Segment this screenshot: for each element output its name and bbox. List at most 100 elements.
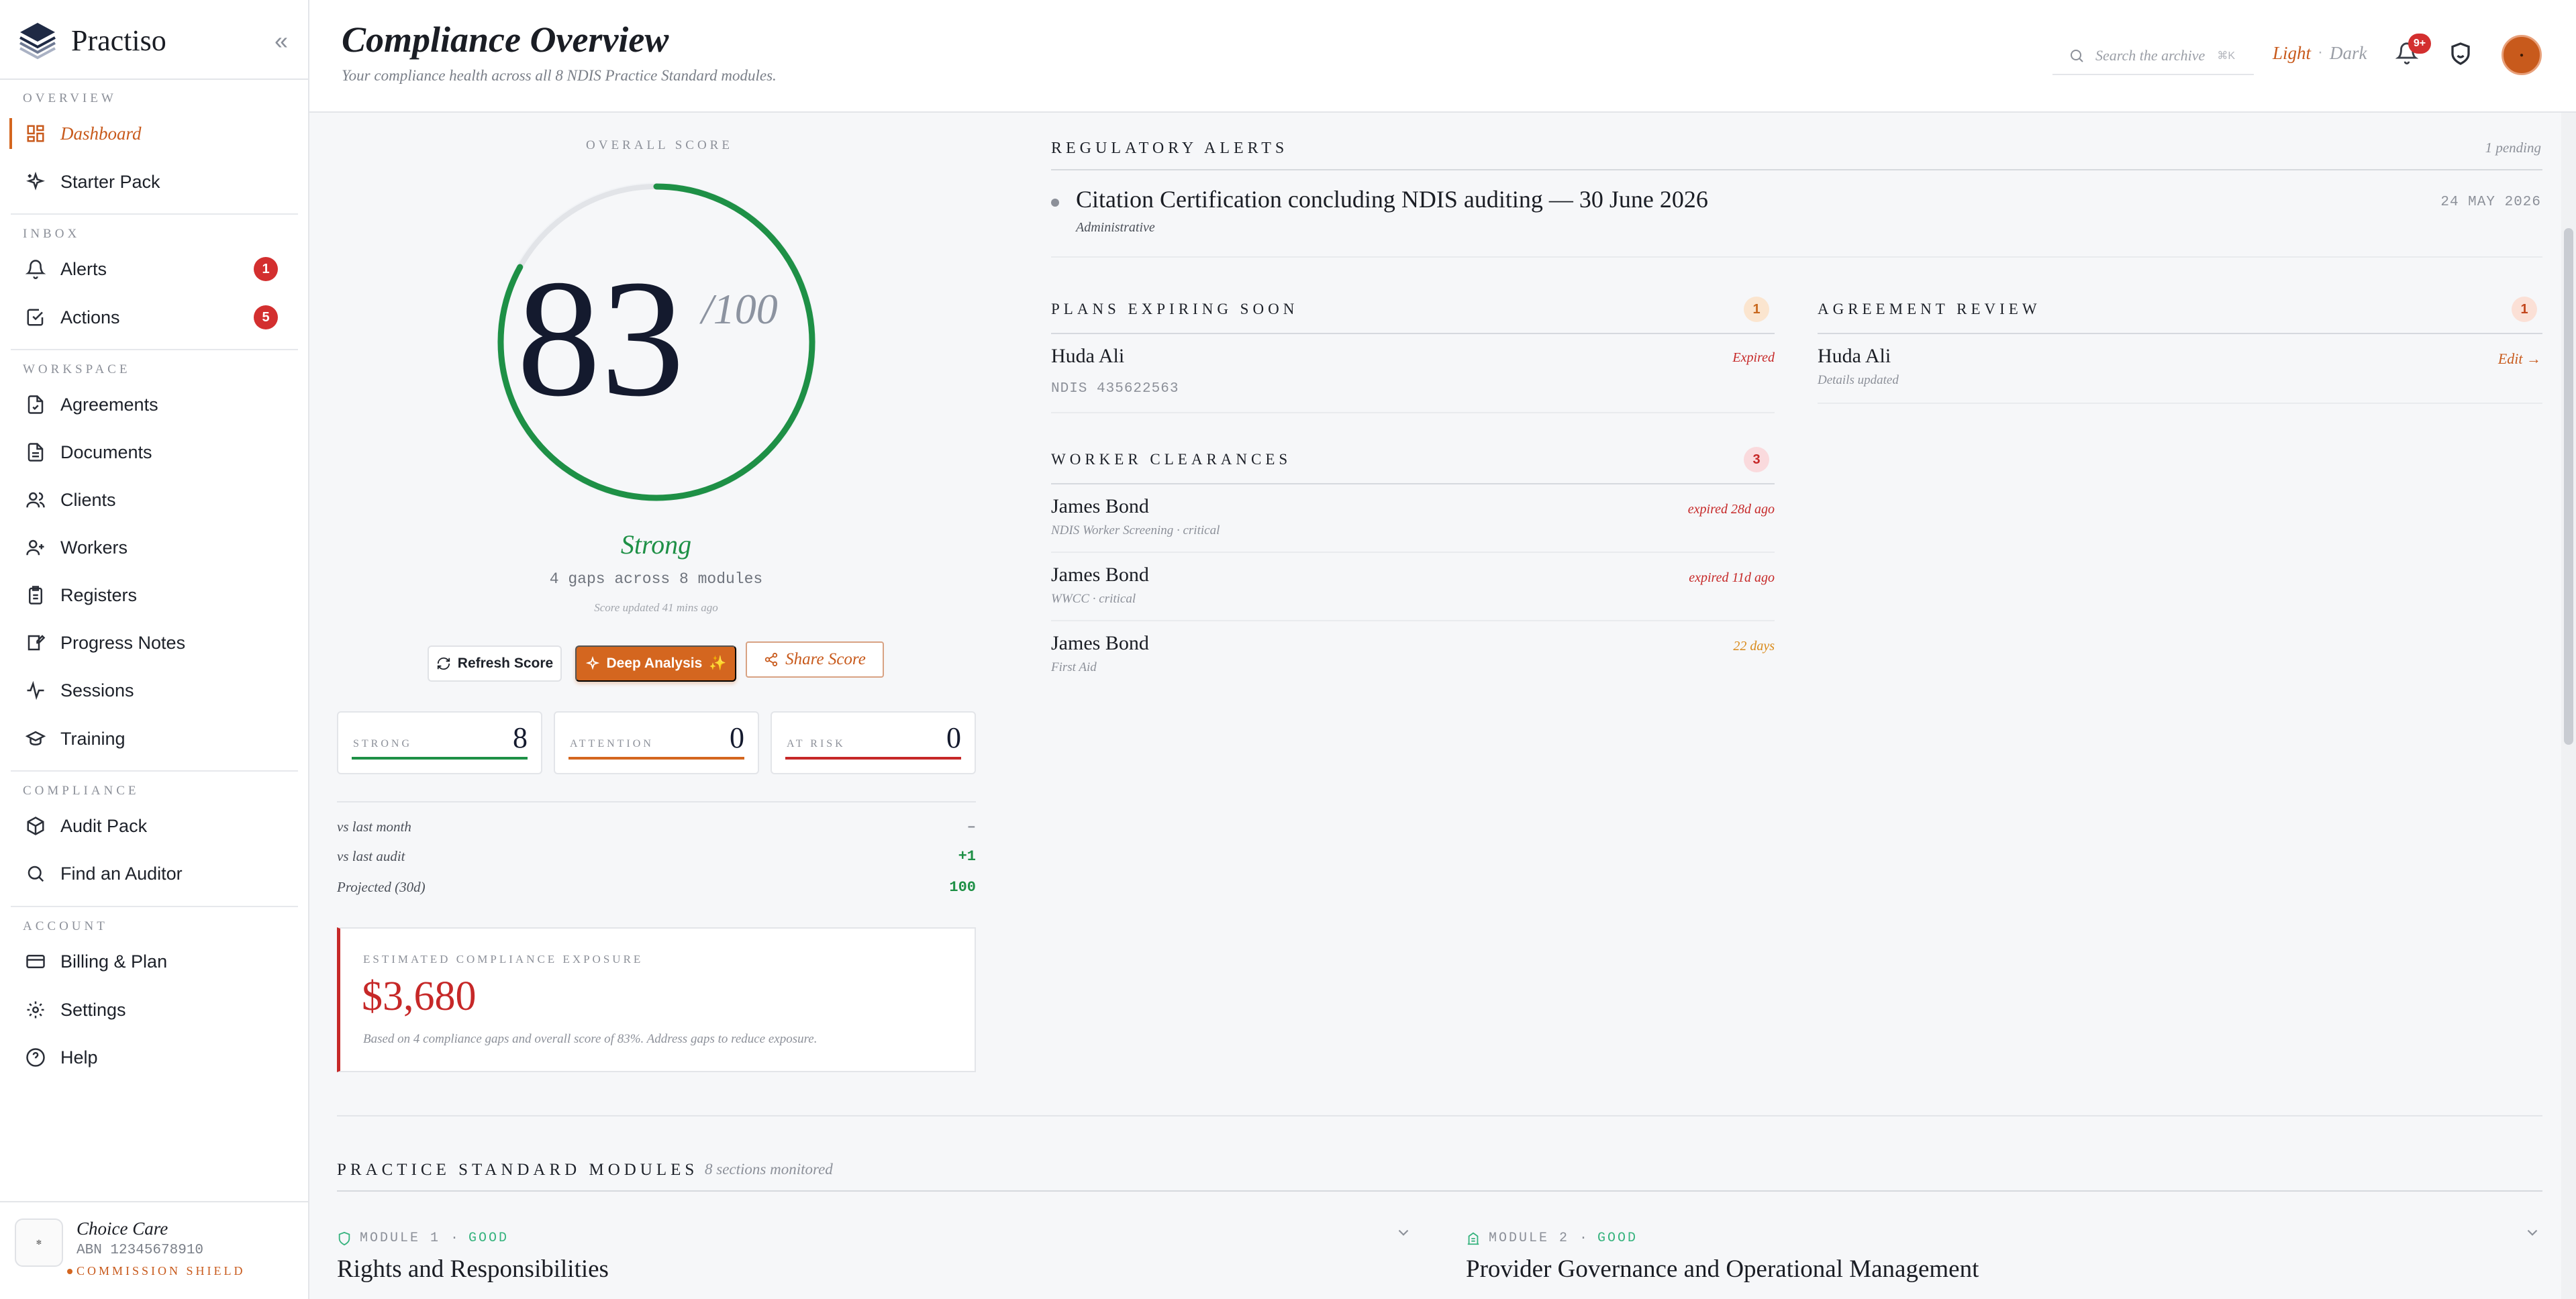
sidebar-item-actions[interactable]: Actions 5 (11, 297, 298, 338)
brand[interactable]: Practiso (17, 19, 299, 62)
theme-light-toggle[interactable]: Light (2273, 43, 2311, 64)
sidebar-item-audit-pack[interactable]: Audit Pack (11, 805, 298, 847)
agreement-detail: Details updated (1818, 373, 1899, 387)
share-score-button[interactable]: Share Score (746, 641, 884, 678)
gear-icon (24, 998, 47, 1021)
sidebar-item-label: Clients (60, 489, 116, 510)
worker-clearance-status: 22 days (1733, 639, 1775, 654)
sidebar-item-documents[interactable]: Documents (11, 431, 298, 473)
score-value: 83 (517, 246, 685, 431)
sidebar-item-label: Registers (60, 584, 138, 605)
sidebar-item-label: Agreements (60, 394, 158, 415)
alerts-count-badge: 1 (254, 257, 278, 281)
sidebar-item-training[interactable]: Training (11, 718, 298, 760)
nav-section-overview: OVERVIEW (23, 91, 117, 105)
row-divider (1818, 403, 2542, 404)
sidebar-item-sessions[interactable]: Sessions (11, 670, 298, 711)
sidebar-item-label: Alerts (60, 258, 107, 279)
sidebar-item-clients[interactable]: Clients (11, 479, 298, 521)
stat-value: 8 (513, 721, 528, 754)
building-icon (1467, 1232, 1479, 1245)
brand-name: Practiso (71, 23, 166, 57)
notes-icon (24, 631, 47, 654)
activity-icon (24, 679, 47, 702)
alert-bullet (1051, 199, 1059, 207)
exposure-label: ESTIMATED COMPLIANCE EXPOSURE (363, 953, 644, 966)
section-divider (1818, 333, 2542, 334)
module-name: Provider Governance and Operational Mana… (1466, 1255, 1979, 1283)
worker-name: James Bond (1051, 495, 1149, 517)
modules-title: PRACTICE STANDARD MODULES (337, 1161, 699, 1179)
refresh-icon (437, 657, 450, 670)
shield-icon[interactable] (2448, 42, 2475, 68)
comparison-row: vs last month – (337, 819, 976, 839)
sidebar-item-label: Billing & Plan (60, 951, 168, 972)
pending-count: 1 pending (2485, 140, 2541, 156)
nav-section-inbox: INBOX (23, 227, 81, 241)
stat-label: ATTENTION (570, 738, 654, 749)
module-status: GOOD (468, 1231, 509, 1246)
chevron-down-icon[interactable] (2524, 1224, 2541, 1241)
score-updated: Score updated 41 mins ago (594, 601, 718, 614)
organization-switcher[interactable]: ✻ Choice Care ABN 12345678910 COMMISSION… (0, 1201, 308, 1299)
sidebar-item-starter-pack[interactable]: Starter Pack (11, 161, 298, 203)
scrollbar[interactable] (2561, 113, 2576, 1299)
sidebar-item-billing[interactable]: Billing & Plan (11, 941, 298, 982)
sidebar-item-label: Progress Notes (60, 632, 186, 653)
sidebar-item-label: Documents (60, 441, 152, 462)
sidebar-item-progress-notes[interactable]: Progress Notes (11, 622, 298, 664)
stat-bar (568, 757, 744, 760)
modules-subtitle: 8 sections monitored (705, 1161, 833, 1178)
divider (11, 349, 298, 350)
refresh-score-button[interactable]: Refresh Score (428, 645, 562, 682)
comparison-value: +1 (958, 848, 976, 865)
user-avatar[interactable]: ● (2501, 35, 2542, 75)
chevron-down-icon[interactable] (1395, 1224, 1412, 1241)
divider (337, 1115, 2542, 1116)
sidebar-item-help[interactable]: Help (11, 1037, 298, 1078)
agreement-edit-link[interactable]: Edit → (2498, 350, 2541, 368)
section-divider (1051, 483, 1775, 484)
sidebar-item-label: Workers (60, 537, 128, 558)
file-check-icon (24, 393, 47, 416)
sidebar-item-registers[interactable]: Registers (11, 574, 298, 616)
stat-label: AT RISK (787, 738, 846, 749)
score-status: Strong (620, 529, 692, 560)
sidebar-item-label: Audit Pack (60, 815, 148, 836)
section-divider (1051, 169, 2542, 170)
sidebar-item-label: Training (60, 728, 126, 749)
comparison-value: 100 (949, 879, 976, 896)
alert-date: 24 MAY 2026 (2440, 195, 2541, 210)
sparkle-icon (585, 656, 599, 670)
theme-dark-toggle[interactable]: Dark (2330, 43, 2367, 64)
module-number: MODULE 2 · (1489, 1231, 1590, 1246)
org-plan-badge: COMMISSION SHIELD (67, 1264, 246, 1278)
row-divider (1051, 412, 1775, 413)
comparison-value: – (967, 819, 976, 835)
sidebar-item-workers[interactable]: Workers (11, 527, 298, 568)
credit-card-icon (24, 950, 47, 973)
sidebar-item-alerts[interactable]: Alerts 1 (11, 248, 298, 290)
stat-card-attention: ATTENTION 0 (554, 711, 759, 774)
sidebar-item-dashboard[interactable]: Dashboard (9, 113, 298, 154)
sidebar-item-find-auditor[interactable]: Find an Auditor (11, 853, 298, 894)
users-icon (24, 488, 47, 511)
regulatory-alerts-title: REGULATORY ALERTS (1051, 140, 1289, 157)
deep-analysis-button[interactable]: Deep Analysis ✨ (575, 645, 736, 682)
search-placeholder: Search the archive (2095, 47, 2206, 64)
sidebar-item-label: Settings (60, 999, 126, 1020)
scrollbar-thumb[interactable] (2564, 228, 2573, 745)
stat-card-at-risk: AT RISK 0 (771, 711, 976, 774)
sidebar-item-settings[interactable]: Settings (11, 989, 298, 1031)
alert-title: Citation Certification concluding NDIS a… (1076, 186, 1708, 213)
collapse-sidebar-icon[interactable]: « (275, 27, 288, 55)
graduation-cap-icon (24, 727, 47, 750)
module-status: GOOD (1597, 1231, 1638, 1246)
module-tag: MODULE 2 · GOOD (1466, 1231, 1638, 1246)
search-input[interactable]: Search the archive ⌘K (2052, 38, 2254, 75)
sidebar-item-agreements[interactable]: Agreements (11, 384, 298, 425)
page-title: Compliance Overview (342, 19, 669, 60)
comparison-row: vs last audit +1 (337, 848, 976, 868)
topbar: Compliance Overview Your compliance heal… (309, 0, 2576, 113)
share-icon (765, 652, 778, 667)
